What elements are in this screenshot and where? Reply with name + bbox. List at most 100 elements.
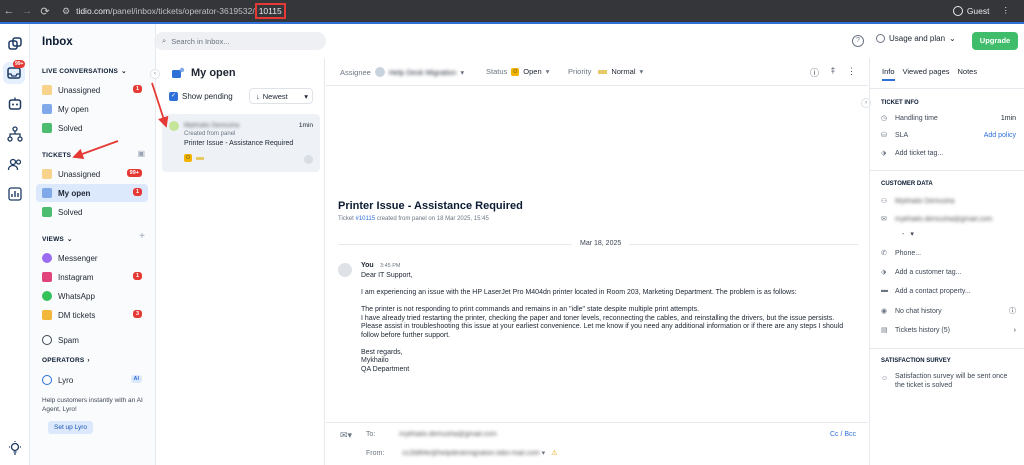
phone-icon: ✆	[881, 250, 887, 257]
chevron-down-icon: ▾	[460, 67, 465, 77]
tab-viewed-pages[interactable]: Viewed pages	[903, 67, 950, 81]
lyro-promo-text: Help customers instantly with an AI Agen…	[42, 397, 143, 413]
add-customer-tag[interactable]: ⬗ Add a customer tag...	[881, 268, 1016, 277]
sidebar-item-tickets-my-open[interactable]: My open 1	[36, 184, 148, 202]
hand-icon	[42, 169, 52, 179]
sidebar-item-live-unassigned[interactable]: Unassigned 1	[36, 81, 148, 99]
sidebar-item-label: My open	[58, 104, 89, 114]
show-pending-label: Show pending	[182, 92, 233, 101]
clock-icon: ◷	[881, 115, 888, 122]
usage-and-plan-button[interactable]: Usage and plan ⌄	[876, 34, 956, 43]
search-placeholder: Search in Inbox...	[171, 36, 230, 46]
bot-icon[interactable]	[7, 96, 23, 112]
info-icon[interactable]: ⓘ	[1009, 306, 1016, 316]
sidebar-item-instagram[interactable]: Instagram 1	[36, 268, 148, 286]
reply-composer: ✉▾ To: mykhailo.demusha@gmail.com From: …	[326, 422, 868, 465]
merge-icon[interactable]: ⤉	[831, 66, 835, 79]
tab-notes[interactable]: Notes	[958, 67, 978, 81]
upgrade-button[interactable]: Upgrade	[972, 32, 1018, 50]
cc-bcc-button[interactable]: Cc / Bcc	[830, 431, 856, 438]
help-icon[interactable]: ?	[852, 35, 864, 47]
chevron-down-icon: ▾	[304, 91, 308, 101]
sidebar-item-label: Unassigned	[58, 169, 101, 179]
checkbox-checked-icon: ✓	[169, 92, 178, 101]
sidebar-item-live-my-open[interactable]: My open	[36, 100, 148, 118]
info-icon[interactable]: ⓘ	[810, 66, 819, 79]
ideas-icon[interactable]	[7, 440, 23, 456]
smile-icon: ☺	[881, 375, 889, 382]
satisfaction-survey-heading: SATISFACTION SURVEY	[881, 358, 951, 364]
operators-section[interactable]: OPERATORS ›	[42, 357, 90, 364]
chevron-down-icon: ▾	[545, 67, 550, 76]
home-icon[interactable]	[7, 36, 23, 52]
country-select[interactable]: - ▾	[902, 230, 932, 239]
customer-email-row[interactable]: ✉ mykhailo.demusha@gmail.com	[881, 215, 1016, 224]
message-body: Dear IT Support, I am experiencing an is…	[361, 272, 861, 374]
usage-gauge-icon	[876, 34, 885, 43]
sidebar-item-messenger[interactable]: Messenger	[36, 249, 148, 267]
views-section[interactable]: VIEWS ⌄	[42, 235, 73, 244]
person-icon: ⚇	[881, 198, 888, 205]
browser-menu-icon[interactable]: ⋮	[1002, 5, 1011, 16]
reload-icon[interactable]: ⟳	[36, 5, 54, 18]
tab-info[interactable]: Info	[882, 67, 895, 81]
add-view-icon[interactable]: +	[139, 231, 145, 242]
assignee-label: Assignee	[340, 67, 371, 77]
message-paragraph: The printer is not responding to print c…	[361, 306, 700, 313]
sidebar-item-label: Solved	[58, 123, 83, 133]
chevron-down-icon: ▾	[639, 67, 644, 76]
address-bar[interactable]: ⚙ tidio.com/panel/inbox/tickets/operator…	[62, 3, 286, 19]
tickets-section[interactable]: TICKETS ⌄	[42, 151, 80, 160]
add-contact-property-label: Add a contact property...	[895, 287, 971, 295]
show-pending-checkbox[interactable]: ✓ Show pending	[169, 92, 233, 101]
forward-icon[interactable]: →	[18, 5, 36, 17]
to-field[interactable]: To: mykhailo.demusha@gmail.com	[366, 431, 497, 438]
live-conversations-section[interactable]: LIVE CONVERSATIONS ⌄	[42, 67, 127, 76]
list-title-text: My open	[191, 67, 236, 79]
from-field[interactable]: From: cc2b8f4e@helpdeskmigration.tidio-m…	[366, 449, 557, 457]
status-dropdown[interactable]: Status O Open ▾	[486, 67, 549, 76]
assignee-dropdown[interactable]: Assignee Help Desk Migration ▾	[340, 67, 464, 77]
ticket-meta: Ticket #10115 created from panel on 18 M…	[338, 216, 489, 222]
handling-time-value: 1min	[1000, 114, 1016, 122]
add-contact-property[interactable]: ▬ Add a contact property...	[881, 287, 1016, 295]
site-settings-icon[interactable]: ⚙	[62, 6, 70, 17]
email-icon[interactable]: ✉▾	[340, 430, 352, 441]
sort-dropdown[interactable]: ↓ Newest ▾	[249, 88, 313, 104]
folder-icon	[42, 310, 52, 320]
sidebar-item-live-solved[interactable]: Solved	[36, 119, 148, 137]
message-paragraph: I am experiencing an issue with the HP L…	[361, 289, 797, 296]
sidebar-item-spam[interactable]: Spam	[36, 331, 148, 349]
sidebar-item-tickets-unassigned[interactable]: Unassigned 99+	[36, 165, 148, 183]
sidebar-item-whatsapp[interactable]: WhatsApp	[36, 287, 148, 305]
ticket-card[interactable]: Mykhailo Demusha 1min Created from panel…	[162, 114, 320, 172]
sort-label: Newest	[262, 91, 288, 101]
ticket-meta-suffix: created from panel on 18 Mar 2025, 15:45	[376, 216, 489, 222]
section-label: TICKETS	[42, 151, 72, 159]
customer-name-row[interactable]: ⚇ Mykhailo Demusha	[881, 197, 1016, 206]
more-options-icon[interactable]: ⋮	[847, 66, 856, 79]
ticket-id-link[interactable]: #10115	[355, 216, 375, 222]
phone-row[interactable]: ✆ Phone...	[881, 249, 1016, 258]
sidebar-item-tickets-solved[interactable]: Solved	[36, 203, 148, 221]
add-ticket-tag[interactable]: ⬗ Add ticket tag...	[881, 149, 1016, 158]
add-policy-link[interactable]: Add policy	[984, 132, 1016, 139]
analytics-icon[interactable]	[7, 186, 23, 202]
search-input[interactable]: ⌕ Search in Inbox...	[154, 32, 326, 50]
contacts-icon[interactable]	[7, 156, 23, 172]
message-signature: Best regards,	[361, 348, 403, 356]
tickets-history-row[interactable]: ▤ Tickets history (5) ›	[881, 326, 1016, 335]
sidebar-item-dm-tickets[interactable]: DM tickets 3	[36, 306, 148, 324]
tickets-history: Tickets history (5)	[895, 326, 950, 334]
ticket-card-name: Mykhailo Demusha	[184, 122, 240, 129]
ticket-add-icon[interactable]: ▣	[137, 149, 145, 158]
url-path: /panel/inbox/tickets/operator-3619532/	[110, 6, 255, 16]
sidebar-item-lyro[interactable]: Lyro AI	[36, 371, 148, 389]
priority-dropdown[interactable]: Priority Normal ▾	[568, 67, 643, 76]
profile-menu[interactable]: Guest ⋮	[952, 5, 1011, 16]
flows-icon[interactable]	[7, 126, 23, 142]
sla-icon: ⛁	[881, 132, 887, 139]
back-icon[interactable]: ←	[0, 5, 18, 17]
icon-rail: 99+	[0, 24, 30, 465]
setup-lyro-button[interactable]: Set up Lyro	[48, 421, 94, 434]
